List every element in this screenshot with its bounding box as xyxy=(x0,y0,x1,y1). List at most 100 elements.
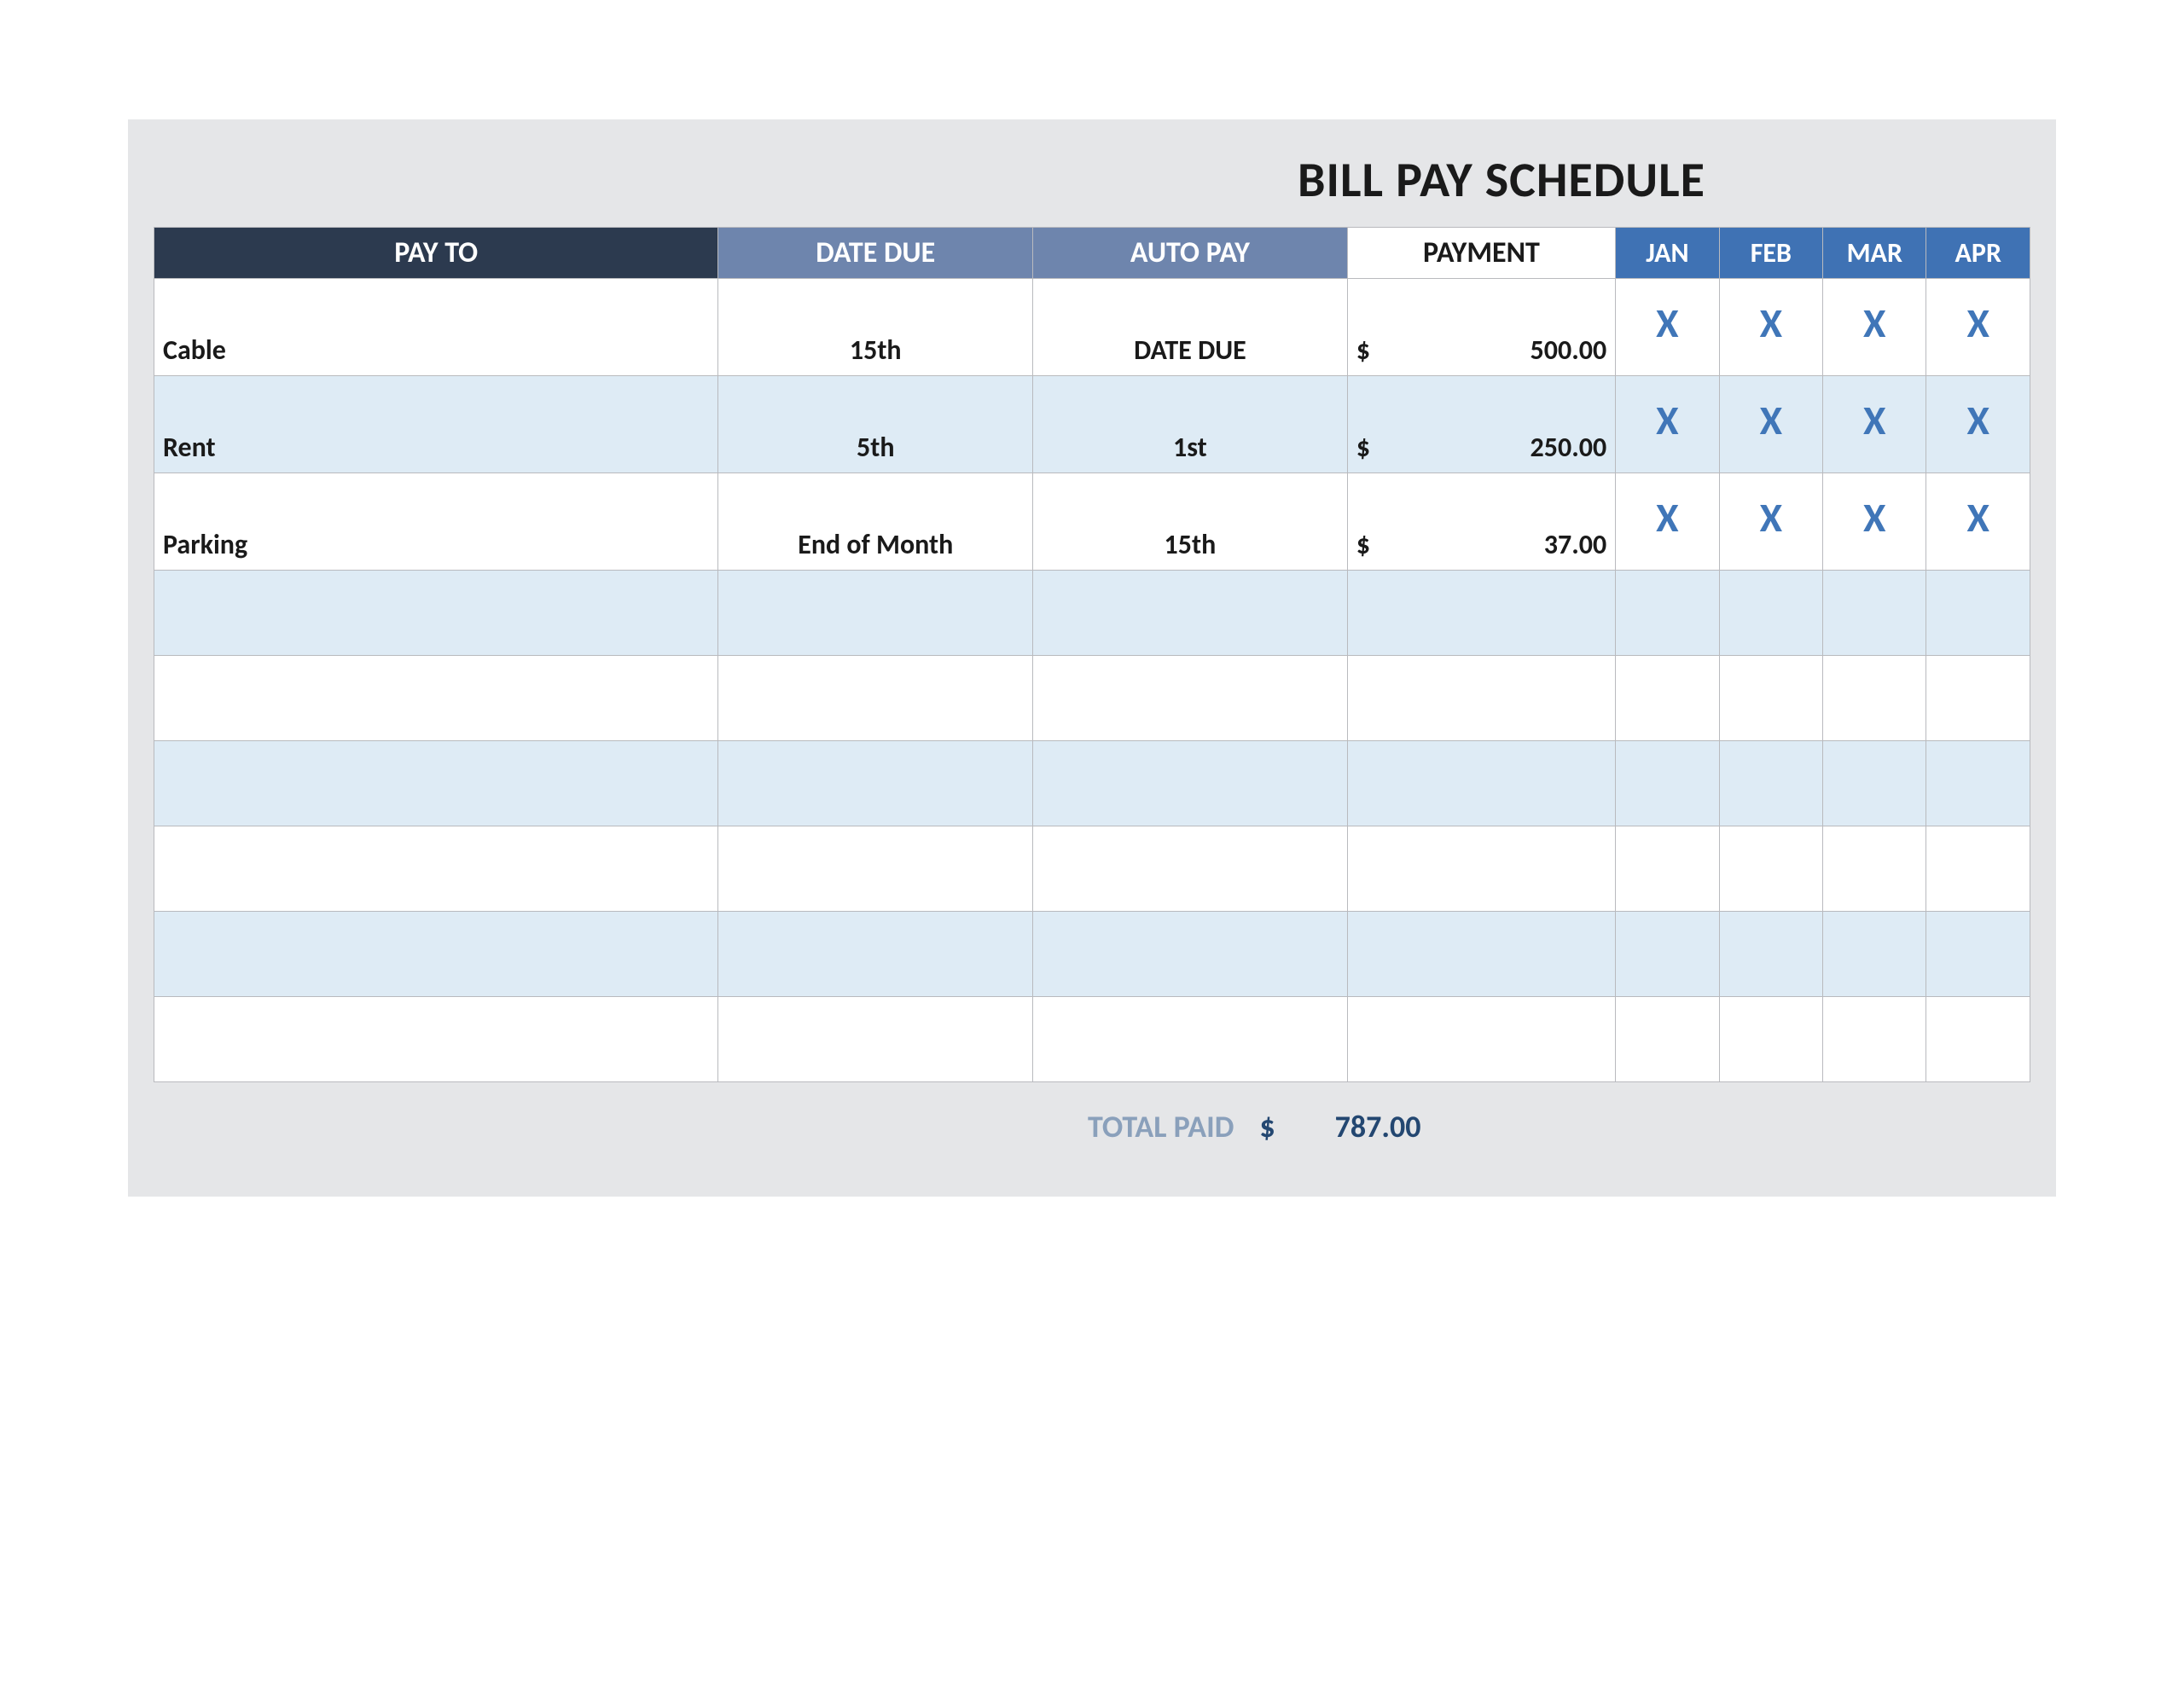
total-label: TOTAL PAID xyxy=(1088,1108,1259,1145)
page-title: BILL PAY SCHEDULE xyxy=(154,149,2030,227)
cell-payment[interactable] xyxy=(1347,997,1615,1082)
cell-pay-to[interactable] xyxy=(154,741,718,826)
header-payment: PAYMENT xyxy=(1347,228,1615,279)
cell-month[interactable] xyxy=(1719,912,1822,997)
cell-month[interactable] xyxy=(1719,741,1822,826)
cell-month[interactable] xyxy=(1616,571,1719,656)
cell-month[interactable] xyxy=(1616,912,1719,997)
cell-payment[interactable]: $250.00 xyxy=(1347,376,1615,473)
table-row: ParkingEnd of Month15th$37.00XXXX xyxy=(154,473,2030,571)
cell-payment[interactable]: $500.00 xyxy=(1347,279,1615,376)
header-auto-pay: AUTO PAY xyxy=(1033,228,1348,279)
cell-payment[interactable] xyxy=(1347,571,1615,656)
cell-month[interactable] xyxy=(1719,571,1822,656)
cell-pay-to[interactable] xyxy=(154,656,718,741)
cell-month[interactable] xyxy=(1616,826,1719,912)
month-mark: X xyxy=(1863,492,1885,542)
cell-auto-pay[interactable]: DATE DUE xyxy=(1033,279,1348,376)
cell-month[interactable]: X xyxy=(1616,279,1719,376)
month-mark: X xyxy=(1967,395,1989,445)
cell-month[interactable] xyxy=(1616,656,1719,741)
cell-month[interactable] xyxy=(1616,997,1719,1082)
cell-payment[interactable] xyxy=(1347,656,1615,741)
cell-month[interactable] xyxy=(1719,826,1822,912)
cell-month[interactable]: X xyxy=(1926,279,2030,376)
cell-pay-to[interactable]: Parking xyxy=(154,473,718,571)
cell-payment[interactable] xyxy=(1347,826,1615,912)
cell-payment[interactable]: $37.00 xyxy=(1347,473,1615,571)
cell-month[interactable]: X xyxy=(1616,473,1719,571)
cell-month[interactable] xyxy=(1926,826,2030,912)
cell-pay-to[interactable] xyxy=(154,571,718,656)
cell-date-due[interactable] xyxy=(718,656,1033,741)
cell-month[interactable] xyxy=(1823,912,1926,997)
cell-date-due[interactable] xyxy=(718,912,1033,997)
table-row: Rent5th1st$250.00XXXX xyxy=(154,376,2030,473)
payment-currency: $ xyxy=(1356,431,1370,464)
cell-pay-to[interactable]: Rent xyxy=(154,376,718,473)
cell-pay-to[interactable] xyxy=(154,997,718,1082)
total-currency: $ xyxy=(1259,1108,1334,1145)
cell-month[interactable]: X xyxy=(1823,376,1926,473)
cell-pay-to[interactable]: Cable xyxy=(154,279,718,376)
table-row xyxy=(154,997,2030,1082)
payment-currency: $ xyxy=(1356,333,1370,367)
payment-value: 250.00 xyxy=(1531,431,1607,464)
cell-pay-to[interactable] xyxy=(154,826,718,912)
cell-date-due[interactable]: End of Month xyxy=(718,473,1033,571)
cell-month[interactable] xyxy=(1926,997,2030,1082)
header-month-jan: JAN xyxy=(1616,228,1719,279)
month-mark: X xyxy=(1760,395,1782,445)
cell-month[interactable] xyxy=(1719,656,1822,741)
header-pay-to: PAY TO xyxy=(154,228,718,279)
total-row: TOTAL PAID $ 787.00 xyxy=(154,1082,2030,1145)
payment-value: 500.00 xyxy=(1531,333,1607,367)
cell-date-due[interactable] xyxy=(718,571,1033,656)
cell-auto-pay[interactable] xyxy=(1033,741,1348,826)
cell-month[interactable] xyxy=(1926,656,2030,741)
cell-auto-pay[interactable] xyxy=(1033,912,1348,997)
cell-month[interactable]: X xyxy=(1719,279,1822,376)
total-value: 787.00 xyxy=(1335,1108,1421,1145)
month-mark: X xyxy=(1656,395,1678,445)
cell-month[interactable]: X xyxy=(1719,376,1822,473)
cell-month[interactable] xyxy=(1926,571,2030,656)
cell-month[interactable] xyxy=(1823,826,1926,912)
cell-month[interactable] xyxy=(1926,912,2030,997)
cell-date-due[interactable]: 5th xyxy=(718,376,1033,473)
cell-month[interactable] xyxy=(1823,656,1926,741)
table-row xyxy=(154,826,2030,912)
cell-month[interactable] xyxy=(1823,997,1926,1082)
cell-auto-pay[interactable] xyxy=(1033,826,1348,912)
cell-date-due[interactable] xyxy=(718,997,1033,1082)
table-row: Cable15thDATE DUE$500.00XXXX xyxy=(154,279,2030,376)
cell-month[interactable] xyxy=(1616,741,1719,826)
cell-auto-pay[interactable]: 15th xyxy=(1033,473,1348,571)
cell-month[interactable] xyxy=(1823,571,1926,656)
cell-month[interactable]: X xyxy=(1926,376,2030,473)
cell-month[interactable]: X xyxy=(1926,473,2030,571)
cell-payment[interactable] xyxy=(1347,912,1615,997)
cell-month[interactable]: X xyxy=(1616,376,1719,473)
cell-date-due[interactable] xyxy=(718,741,1033,826)
cell-date-due[interactable] xyxy=(718,826,1033,912)
payment-value: 37.00 xyxy=(1544,528,1606,561)
cell-payment[interactable] xyxy=(1347,741,1615,826)
cell-date-due[interactable]: 15th xyxy=(718,279,1033,376)
cell-month[interactable]: X xyxy=(1719,473,1822,571)
cell-month[interactable]: X xyxy=(1823,279,1926,376)
cell-auto-pay[interactable] xyxy=(1033,656,1348,741)
header-date-due: DATE DUE xyxy=(718,228,1033,279)
month-mark: X xyxy=(1656,492,1678,542)
table-row xyxy=(154,571,2030,656)
cell-month[interactable]: X xyxy=(1823,473,1926,571)
cell-auto-pay[interactable]: 1st xyxy=(1033,376,1348,473)
cell-month[interactable] xyxy=(1823,741,1926,826)
cell-month[interactable] xyxy=(1926,741,2030,826)
cell-auto-pay[interactable] xyxy=(1033,571,1348,656)
table-row xyxy=(154,656,2030,741)
cell-auto-pay[interactable] xyxy=(1033,997,1348,1082)
cell-month[interactable] xyxy=(1719,997,1822,1082)
month-mark: X xyxy=(1967,492,1989,542)
cell-pay-to[interactable] xyxy=(154,912,718,997)
